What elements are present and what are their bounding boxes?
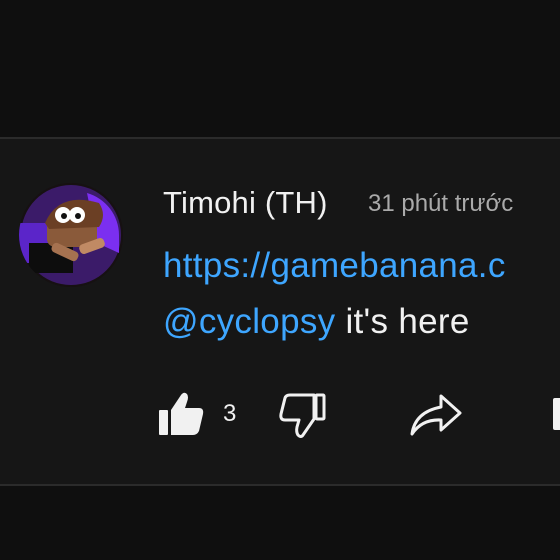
dislike-button[interactable] xyxy=(277,392,327,438)
comment-link[interactable]: https://gamebanana.c xyxy=(163,246,506,286)
comment-author[interactable]: Timohi (TH) xyxy=(163,185,328,221)
thumbs-down-icon xyxy=(279,393,326,438)
more-icon[interactable] xyxy=(553,398,560,430)
previous-content-area xyxy=(0,0,560,136)
like-count: 3 xyxy=(223,400,237,427)
avatar[interactable] xyxy=(19,183,123,287)
like-button[interactable] xyxy=(157,391,207,437)
divider-bottom xyxy=(0,484,560,486)
thumbs-up-icon xyxy=(159,392,204,435)
share-icon xyxy=(410,394,462,436)
avatar-image xyxy=(19,183,123,287)
share-button[interactable] xyxy=(408,390,464,438)
comment-text-line: @cyclopsy it's here xyxy=(163,302,470,342)
comment-timestamp[interactable]: 31 phút trước xyxy=(368,190,513,218)
mention-link[interactable]: @cyclopsy xyxy=(163,302,335,341)
comment-text: it's here xyxy=(335,302,470,341)
comments-page: Timohi (TH) 31 phút trước https://gameba… xyxy=(0,0,560,560)
